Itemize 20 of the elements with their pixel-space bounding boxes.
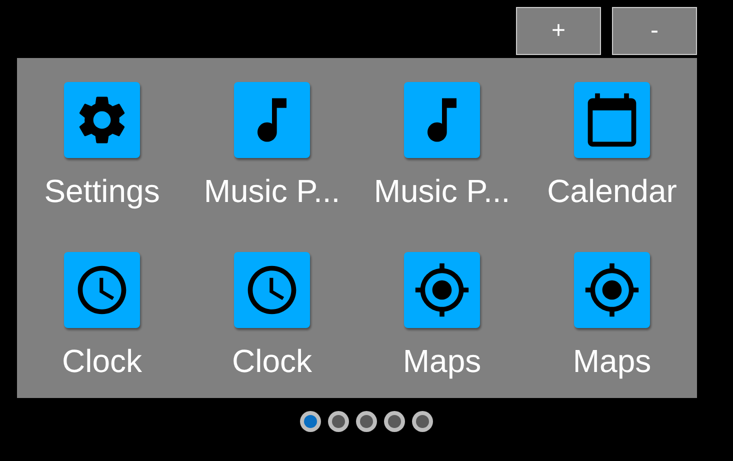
- app-icon-tile[interactable]: [574, 252, 650, 328]
- app-label: Settings: [44, 175, 160, 207]
- app-icon-tile[interactable]: [574, 82, 650, 158]
- app-label: Calendar: [547, 175, 677, 207]
- app-label: Clock: [62, 345, 142, 377]
- app-icon-tile[interactable]: [404, 252, 480, 328]
- app-label: Maps: [572, 345, 652, 377]
- app-icon-tile[interactable]: [64, 252, 140, 328]
- crosshair-icon: [413, 261, 471, 319]
- app-label: Music P...: [204, 175, 340, 207]
- zoom-out-button[interactable]: -: [612, 7, 697, 55]
- crosshair-icon: [583, 261, 641, 319]
- app-icon-tile[interactable]: [404, 82, 480, 158]
- app-icon-tile[interactable]: [234, 82, 310, 158]
- app-label: Music P...: [374, 175, 510, 207]
- app-icon-tile[interactable]: [234, 252, 310, 328]
- app-label: Clock: [232, 345, 312, 377]
- zoom-in-button[interactable]: +: [516, 7, 601, 55]
- app-icon-tile[interactable]: [64, 82, 140, 158]
- app-label: Maps: [402, 345, 482, 377]
